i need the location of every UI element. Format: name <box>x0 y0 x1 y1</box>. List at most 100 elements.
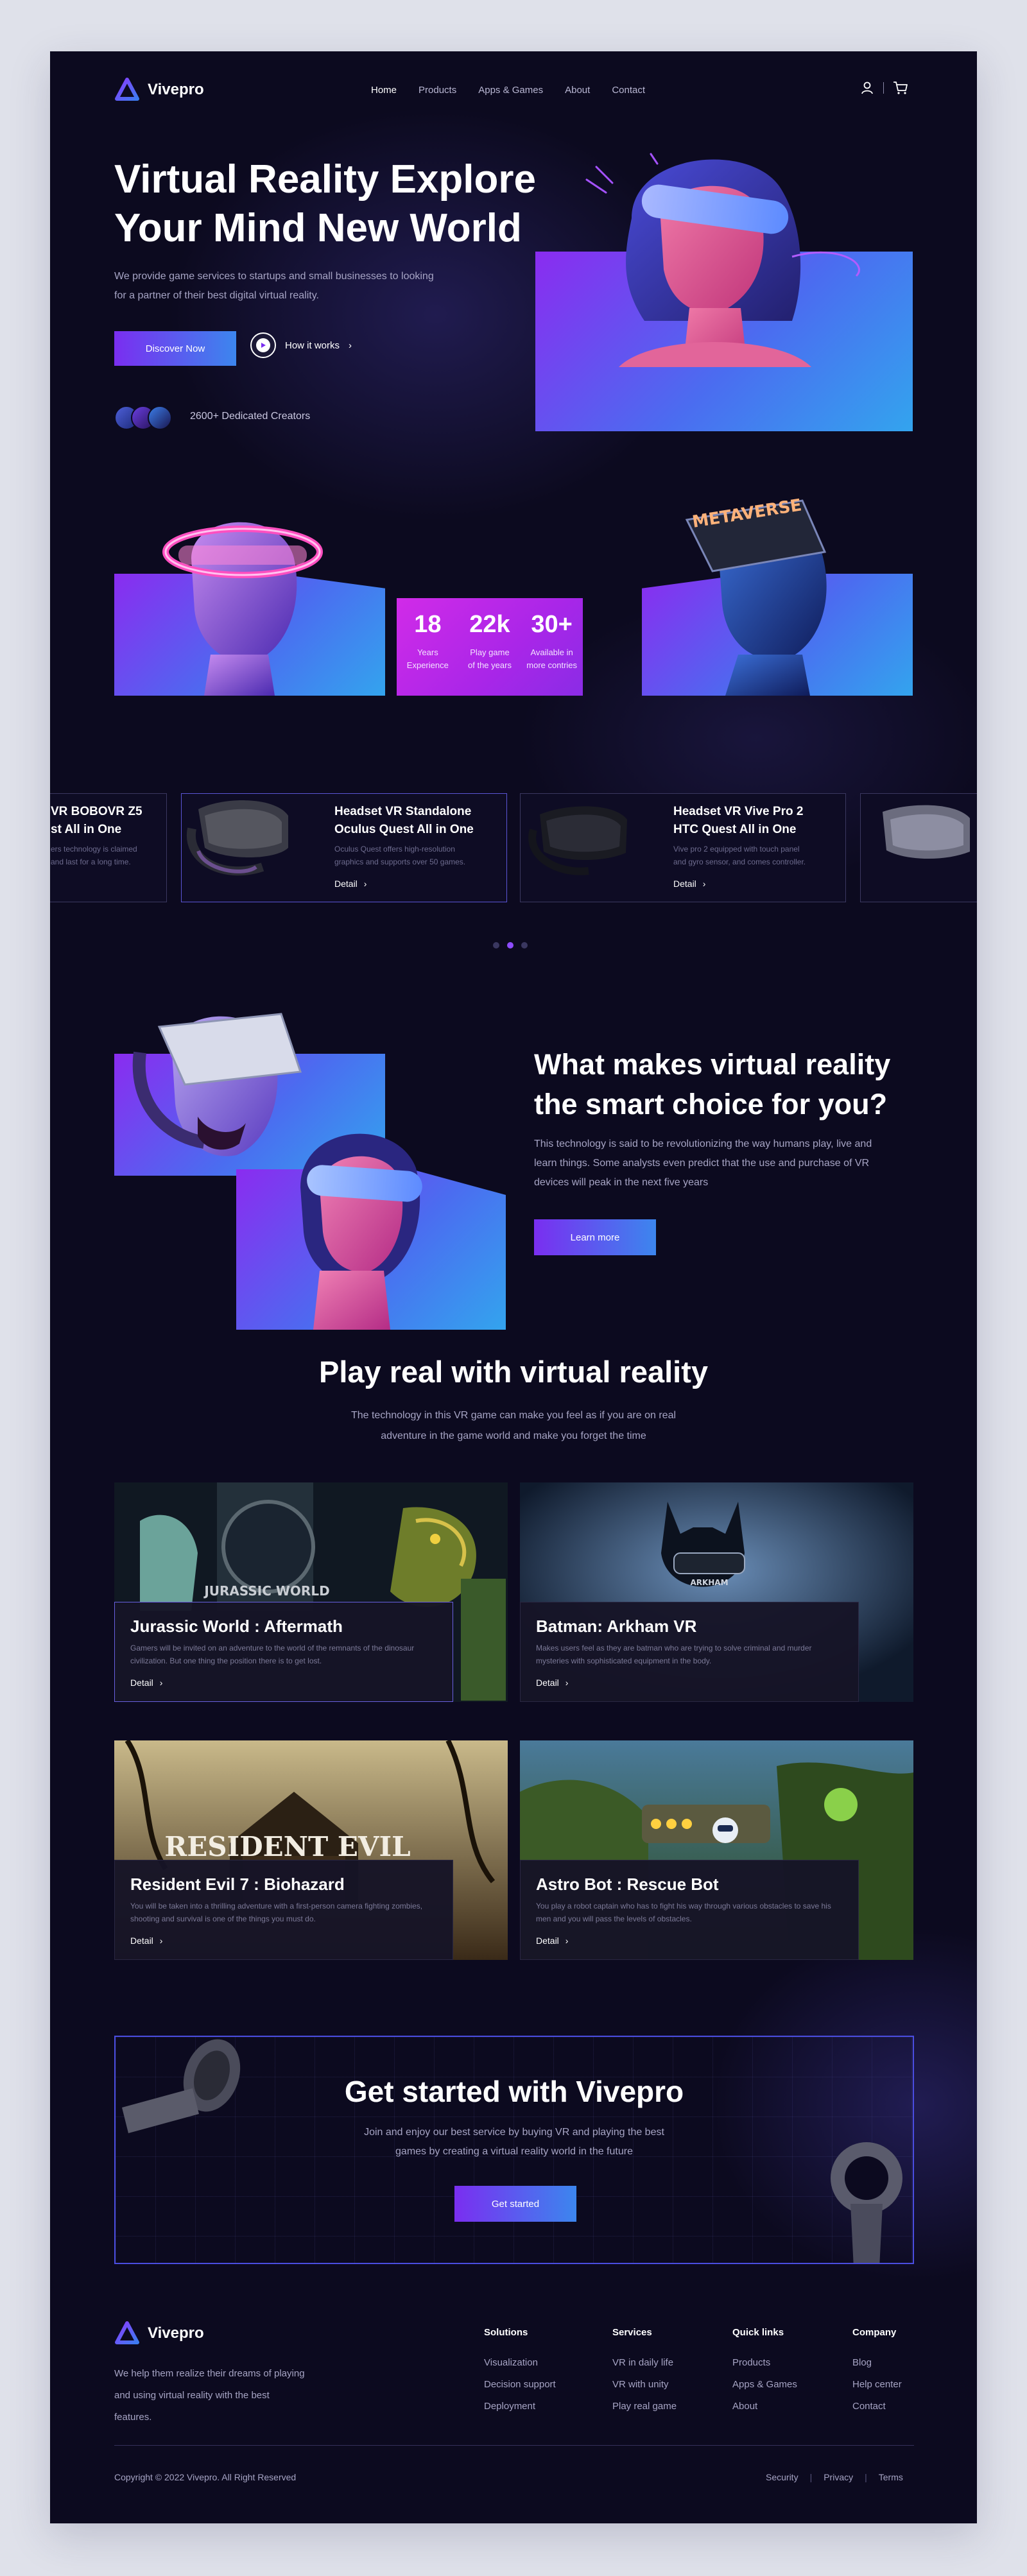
neon-headset-image <box>162 522 323 696</box>
game-title: Jurassic World : Aftermath <box>130 1617 343 1636</box>
chevron-right-icon: › <box>159 1936 163 1946</box>
game-detail-link[interactable]: Detail › <box>130 1678 437 1688</box>
creators-count: 2600+ Dedicated Creators <box>190 411 311 422</box>
footer-divider <box>114 2445 914 2446</box>
carousel-dots <box>493 942 528 949</box>
get-started-button[interactable]: Get started <box>454 2186 576 2222</box>
headset-image <box>186 800 288 876</box>
game-detail-link[interactable]: Detail › <box>536 1936 843 1946</box>
copyright: Copyright © 2022 Vivepro. All Right Rese… <box>114 2472 297 2482</box>
footer-link[interactable]: About <box>732 2396 797 2417</box>
get-started-description: Join and enjoy our best service by buyin… <box>364 2127 664 2157</box>
footer-link[interactable]: Visualization <box>484 2352 556 2374</box>
metaverse-headset-image: METAVERSE <box>685 495 827 696</box>
hero-vr-woman-image <box>585 153 860 367</box>
footer-col-title: Solutions <box>484 2327 528 2338</box>
footer-link[interactable]: Decision support <box>484 2374 556 2396</box>
game-batman-arkham[interactable]: ARKHAM Batman: Arkham VR Makes users fee… <box>520 1482 913 1702</box>
carousel-dot[interactable] <box>521 942 528 949</box>
carousel-dot[interactable] <box>493 942 499 949</box>
chevron-right-icon: › <box>349 339 352 351</box>
chevron-right-icon: › <box>159 1678 163 1688</box>
nav-contact[interactable]: Contact <box>612 85 645 96</box>
legal-privacy-link[interactable]: Privacy <box>824 2472 853 2482</box>
footer-link[interactable]: Play real game <box>612 2396 677 2417</box>
smart-choice-title: What makes virtual reality the smart cho… <box>534 1048 891 1121</box>
footer-link[interactable]: Blog <box>852 2352 902 2374</box>
nav-apps-games[interactable]: Apps & Games <box>478 85 543 96</box>
footer-link[interactable]: Deployment <box>484 2396 556 2417</box>
chevron-right-icon: › <box>363 879 367 889</box>
product-desc: ers technology is claimed and last for a … <box>51 845 137 866</box>
game-desc: Gamers will be invited on an adventure t… <box>130 1644 415 1665</box>
creator-avatars <box>114 406 172 430</box>
nav-products[interactable]: Products <box>419 85 456 96</box>
game-detail-link[interactable]: Detail › <box>130 1936 437 1946</box>
legal-terms-link[interactable]: Terms <box>879 2472 903 2482</box>
brand-logo[interactable]: Vivepro <box>114 77 204 103</box>
footer-logo[interactable]: Vivepro <box>114 2321 204 2346</box>
play-real-title: Play real with virtual reality <box>318 1355 709 1389</box>
footer-col-title: Quick links <box>732 2327 784 2338</box>
footer-description: We help them realize their dreams of pla… <box>114 2368 305 2423</box>
product-desc: Oculus Quest offers high-resolution graph… <box>334 845 466 866</box>
hero-title: Virtual Reality Explore Your Mind New Wo… <box>114 157 536 250</box>
footer-link[interactable]: Contact <box>852 2396 902 2417</box>
footer-link[interactable]: VR in daily life <box>612 2352 677 2374</box>
learn-more-button[interactable]: Learn more <box>534 1219 656 1255</box>
product-title: VR BOBOVR Z5 st All in One <box>51 805 142 836</box>
discover-now-button[interactable]: Discover Now <box>114 331 236 366</box>
smart-choice-description: This technology is said to be revolution… <box>534 1138 872 1188</box>
product-card-oculus-quest[interactable]: Headset VR Standalone Oculus Quest All in… <box>181 793 507 902</box>
stats-panel: 18 Years Experience 22k Play game of the y… <box>397 598 583 696</box>
brand-name: Vivepro <box>148 2324 204 2342</box>
footer-link[interactable]: VR with unity <box>612 2374 677 2396</box>
nav-about[interactable]: About <box>565 85 590 96</box>
play-icon <box>250 332 276 358</box>
game-title: Resident Evil 7 : Biohazard <box>130 1875 345 1894</box>
chevron-right-icon: › <box>565 1936 569 1946</box>
game-desc: You will be taken into a thrilling adven… <box>130 1902 423 1923</box>
product-card-bobovr[interactable]: VR BOBOVR Z5 st All in One ers technology… <box>50 793 167 902</box>
footer-col-company: Company Blog Help center Contact <box>852 2327 902 2417</box>
legal-security-link[interactable]: Security <box>766 2472 798 2482</box>
game-desc: You play a robot captain who has to figh… <box>536 1902 831 1923</box>
product-title: Headset VR Standalone Oculus Quest All in… <box>334 805 474 836</box>
game-astro-bot[interactable]: Astro Bot : Rescue Bot You play a robot … <box>520 1740 913 1960</box>
footer-link[interactable]: Help center <box>852 2374 902 2396</box>
product-card-next[interactable] <box>860 793 977 902</box>
product-detail-link[interactable]: Detail › <box>334 879 367 889</box>
avatar <box>148 406 172 430</box>
product-card-vive-pro[interactable]: Headset VR Vive Pro 2 HTC Quest All in On… <box>520 793 846 902</box>
carousel-dot-active[interactable] <box>507 942 514 949</box>
smart-choice-image <box>132 1013 422 1330</box>
game-resident-evil[interactable]: RESIDENT EVIL Resident Evil 7 : Biohazar… <box>114 1740 508 1960</box>
main-nav: Home Products Apps & Games About Contact <box>371 85 645 96</box>
nav-icons <box>860 81 908 95</box>
game-card: Jurassic World : Aftermath Gamers will b… <box>114 1602 453 1702</box>
product-detail-link[interactable]: Detail › <box>673 879 705 889</box>
game-card: Astro Bot : Rescue Bot You play a robot … <box>520 1860 859 1960</box>
legal-separator: | <box>865 2472 867 2482</box>
footer-col-solutions: Solutions Visualization Decision support… <box>484 2327 556 2417</box>
footer-link[interactable]: Products <box>732 2352 797 2374</box>
game-title: Batman: Arkham VR <box>536 1617 697 1636</box>
page-frame: Vivepro Home Products Apps & Games About… <box>50 51 977 2523</box>
svg-text:RESIDENT EVIL: RESIDENT EVIL <box>164 1831 410 1862</box>
how-it-works-button[interactable]: How it works › <box>250 332 352 358</box>
nav-home[interactable]: Home <box>371 85 397 96</box>
get-started-title: Get started with Vivepro <box>344 2075 684 2108</box>
user-icon[interactable] <box>860 81 874 95</box>
game-detail-link[interactable]: Detail › <box>536 1678 843 1688</box>
how-it-works-label: How it works <box>285 339 340 351</box>
footer-col-title: Services <box>612 2327 652 2338</box>
game-jurassic-world[interactable]: JURASSIC WORLD Jurassic World : Aftermat… <box>114 1482 508 1702</box>
cart-icon[interactable] <box>893 81 908 95</box>
headset-image <box>883 805 970 859</box>
chevron-right-icon: › <box>702 879 706 889</box>
svg-text:ARKHAM: ARKHAM <box>690 1578 728 1587</box>
footer-link[interactable]: Apps & Games <box>732 2374 797 2396</box>
legal-separator: | <box>809 2472 813 2482</box>
footer-col-services: Services VR in daily life VR with unity … <box>612 2327 677 2417</box>
stat-countries: 30+ Available in more contries <box>526 611 578 670</box>
